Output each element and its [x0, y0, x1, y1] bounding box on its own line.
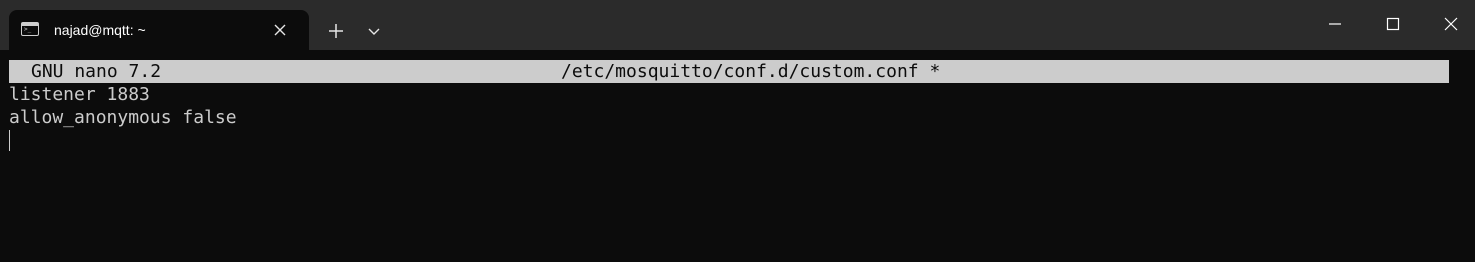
close-icon[interactable] [1441, 14, 1461, 34]
terminal-icon: >_ [21, 22, 39, 36]
editor-line[interactable]: allow_anonymous false [9, 106, 237, 129]
plus-icon[interactable] [325, 20, 347, 42]
title-bar: >_ najad@mqtt: ~ [0, 0, 1475, 50]
terminal-pane[interactable]: GNU nano 7.2 /etc/mosquitto/conf.d/custo… [0, 50, 1475, 262]
chevron-down-icon[interactable] [365, 22, 383, 40]
maximize-icon[interactable] [1383, 14, 1403, 34]
tab-terminal[interactable]: >_ najad@mqtt: ~ [9, 10, 309, 50]
minimize-icon[interactable] [1325, 14, 1345, 34]
text-cursor [9, 130, 10, 151]
close-icon[interactable] [271, 21, 289, 39]
nano-version: GNU nano 7.2 [31, 61, 162, 82]
editor-line[interactable]: listener 1883 [9, 83, 150, 106]
tab-title: najad@mqtt: ~ [54, 22, 146, 38]
nano-filename: /etc/mosquitto/conf.d/custom.conf * [561, 61, 941, 82]
nano-header: GNU nano 7.2 /etc/mosquitto/conf.d/custo… [9, 60, 1449, 83]
